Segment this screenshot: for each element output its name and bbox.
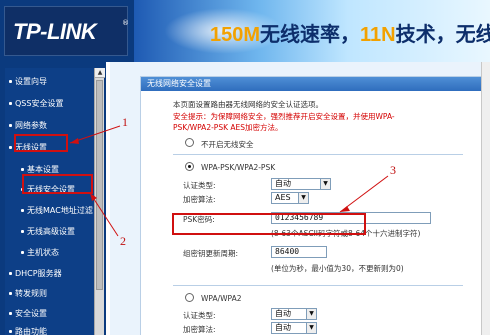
annotation-box-wireless-security	[22, 174, 93, 194]
logo: TP-LINK ®	[4, 6, 129, 56]
chevron-down-icon: ▼	[306, 323, 316, 333]
warning-line-1: 安全提示：为保障网络安全，强烈推荐开启安全设置，并使用WPA-	[173, 112, 395, 121]
auth-type-label: 认证类型:	[183, 181, 216, 190]
banner: 150M无线速率，11N技术，无线生活	[134, 0, 490, 62]
renewal-hint: (单位为秒，最小值为30，不更新则为0)	[271, 264, 404, 273]
radio-wpa[interactable]	[185, 293, 194, 302]
sidebar: 设置向导 QSS安全设置 网络参数 无线设置 基本设置 无线安全设置 无线MAC…	[0, 62, 106, 335]
scrollbar-thumb[interactable]	[96, 80, 103, 290]
divider	[173, 154, 463, 155]
encryption-label: 加密算法:	[183, 195, 216, 204]
logo-text: TP-LINK	[13, 19, 97, 44]
divider	[173, 285, 463, 286]
auth-type-select-2[interactable]: 自动 ▼	[271, 308, 317, 320]
router-admin-page: TP-LINK ® 150M无线速率，11N技术，无线生活 设置向导 QSS安全…	[0, 0, 490, 335]
sidebar-item-dhcp[interactable]: DHCP服务器	[9, 266, 62, 282]
radio-wpa-psk[interactable]	[185, 162, 194, 171]
warning-line-2: PSK/WPA2-PSK AES加密方法。	[173, 123, 283, 132]
page-scrollbar[interactable]	[481, 62, 490, 335]
annotation-number-3: 3	[390, 163, 396, 177]
sidebar-item-qss[interactable]: QSS安全设置	[9, 96, 63, 112]
radio-no-security[interactable]	[185, 138, 194, 147]
intro-text: 本页面设置路由器无线网络的安全认证选项。	[173, 100, 323, 109]
auth-type-select[interactable]: 自动 ▼	[271, 178, 331, 190]
scroll-up-icon[interactable]: ▲	[95, 68, 105, 78]
chevron-down-icon: ▼	[320, 179, 330, 189]
sidebar-item-security[interactable]: 安全设置	[9, 306, 47, 322]
annotation-number-1: 1	[122, 115, 128, 129]
sidebar-menu: 设置向导 QSS安全设置 网络参数 无线设置 基本设置 无线安全设置 无线MAC…	[5, 68, 94, 335]
group-key-renewal-label: 组密钥更新周期:	[183, 249, 239, 258]
encryption-select[interactable]: AES ▼	[271, 192, 309, 204]
sidebar-scrollbar[interactable]: ▲	[94, 68, 105, 335]
sidebar-item-setup-wizard[interactable]: 设置向导	[9, 74, 47, 90]
sidebar-item-network[interactable]: 网络参数	[9, 118, 47, 134]
radio-wpa-psk-label: WPA-PSK/WPA2-PSK	[201, 163, 276, 172]
radio-wpa-label: WPA/WPA2	[201, 294, 242, 303]
panel-title: 无线网络安全设置	[141, 77, 490, 91]
radio-no-security-label: 不开启无线安全	[201, 140, 254, 149]
annotation-number-2: 2	[120, 234, 126, 248]
group-key-renewal-input[interactable]: 86400	[271, 246, 327, 258]
auth-type-label-2: 认证类型:	[183, 311, 216, 320]
annotation-box-psk	[172, 213, 366, 235]
sidebar-item-wireless-advanced[interactable]: 无线高级设置	[21, 224, 75, 240]
annotation-box-wireless	[14, 134, 68, 152]
sidebar-item-mac-filter[interactable]: 无线MAC地址过滤	[21, 203, 93, 219]
encryption-label-2: 加密算法:	[183, 325, 216, 334]
chevron-down-icon: ▼	[298, 193, 308, 203]
encryption-select-2[interactable]: 自动 ▼	[271, 322, 317, 334]
banner-slogan: 150M无线速率，11N技术，无线生活	[210, 24, 490, 46]
registered-mark: ®	[122, 19, 129, 27]
chevron-down-icon: ▼	[306, 309, 316, 319]
main-content: 无线网络安全设置 本页面设置路由器无线网络的安全认证选项。 安全提示：为保障网络…	[110, 62, 490, 335]
sidebar-item-routing[interactable]: 路由功能	[9, 324, 47, 335]
sidebar-item-forwarding[interactable]: 转发规则	[9, 286, 47, 302]
sidebar-item-host-status[interactable]: 主机状态	[21, 245, 59, 261]
header: TP-LINK ® 150M无线速率，11N技术，无线生活	[0, 0, 490, 62]
security-panel: 无线网络安全设置 本页面设置路由器无线网络的安全认证选项。 安全提示：为保障网络…	[140, 76, 490, 335]
